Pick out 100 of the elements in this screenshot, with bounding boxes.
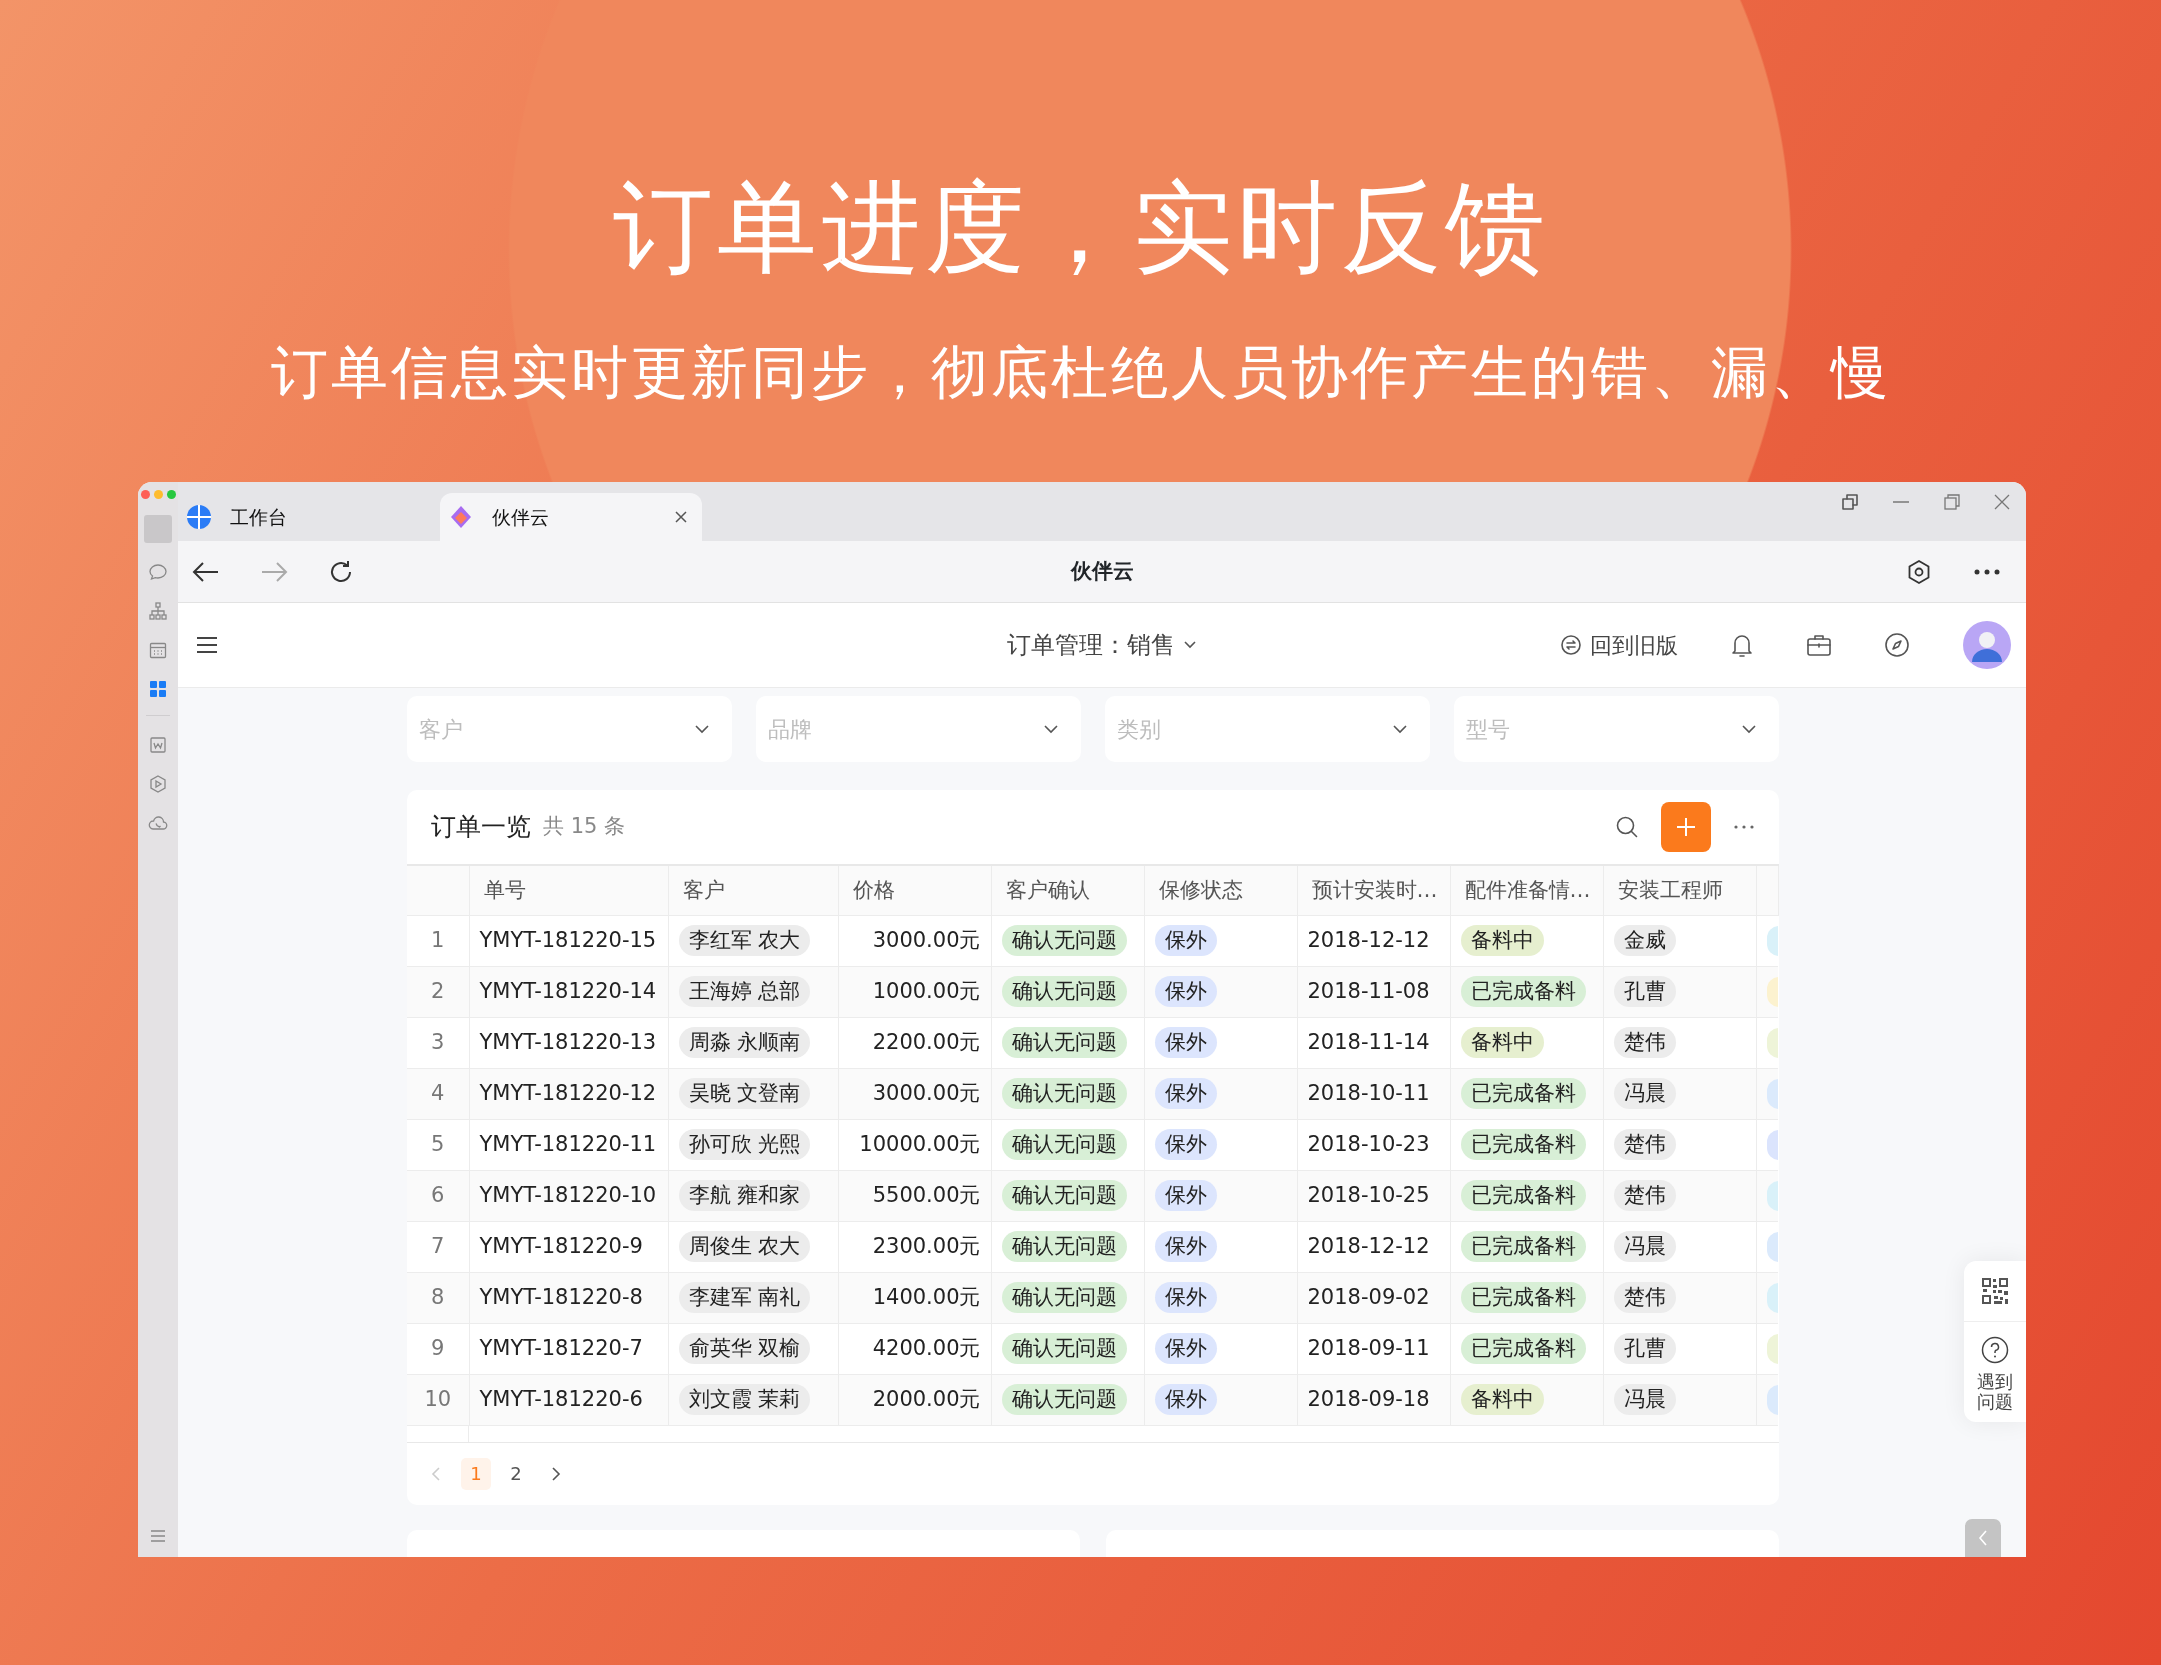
legacy-version-link[interactable]: 回到旧版 bbox=[1560, 628, 1678, 662]
maximize-icon[interactable] bbox=[1944, 493, 1960, 510]
install-date: 2018-11-14 bbox=[1307, 1029, 1430, 1054]
restore-icon[interactable] bbox=[1842, 493, 1858, 510]
plus-icon bbox=[1676, 817, 1696, 837]
customer-tag: 李航 雍和家 bbox=[678, 1179, 811, 1212]
calendar-icon[interactable] bbox=[148, 640, 168, 660]
row-number: 1 bbox=[431, 927, 445, 952]
price: 1400.00元 bbox=[872, 1284, 981, 1309]
customer-tag: 周淼 永顺南 bbox=[678, 1026, 811, 1059]
price: 5500.00元 bbox=[872, 1182, 981, 1207]
browser-tab[interactable]: 工作台 bbox=[178, 493, 440, 541]
app-logo-icon bbox=[448, 504, 474, 530]
table-title: 订单一览 bbox=[431, 811, 531, 844]
chevron-left-icon bbox=[1978, 1529, 1988, 1547]
column-header: 配件准备情… bbox=[1464, 877, 1591, 902]
profile-block bbox=[144, 515, 172, 543]
window-title: 伙伴云 bbox=[1070, 557, 1134, 585]
row-number: 10 bbox=[424, 1386, 452, 1411]
more-icon[interactable] bbox=[1974, 568, 2000, 575]
column-header: 安装工程师 bbox=[1617, 877, 1723, 902]
confirmation-tag: 确认无问题 bbox=[1001, 1230, 1127, 1263]
column-header: 预计安装时… bbox=[1311, 877, 1438, 902]
customer-tag: 李红军 农大 bbox=[678, 924, 811, 957]
engineer-tag: 楚伟 bbox=[1613, 1128, 1676, 1161]
column-header: 客户确认 bbox=[1005, 877, 1090, 902]
org-chart-icon[interactable] bbox=[148, 601, 168, 621]
engineer-tag: 楚伟 bbox=[1613, 1179, 1676, 1212]
back-arrow-icon[interactable] bbox=[192, 559, 220, 584]
price: 2000.00元 bbox=[872, 1386, 981, 1411]
parts-status-tag: 已完成备料 bbox=[1460, 1332, 1586, 1365]
document-icon[interactable] bbox=[148, 735, 168, 755]
chevron-left-icon bbox=[431, 1465, 441, 1482]
customer-tag: 刘文霞 茉莉 bbox=[678, 1383, 811, 1416]
window-dot[interactable] bbox=[140, 490, 150, 499]
bell-icon[interactable] bbox=[1730, 632, 1754, 658]
price: 3000.00元 bbox=[872, 927, 981, 952]
order-number: YMYT-181220-8 bbox=[479, 1284, 643, 1309]
confirmation-tag: 确认无问题 bbox=[1001, 1281, 1127, 1314]
help-button[interactable]: 遇到问题 bbox=[1977, 1322, 2013, 1422]
add-button[interactable] bbox=[1661, 802, 1711, 852]
chevron-icon bbox=[1043, 724, 1059, 734]
more-icon[interactable] bbox=[1733, 824, 1755, 830]
install-date: 2018-10-11 bbox=[1307, 1080, 1430, 1105]
close-icon[interactable] bbox=[674, 510, 688, 524]
parts-status-tag: 备料中 bbox=[1460, 1383, 1544, 1416]
install-date: 2018-09-11 bbox=[1307, 1335, 1430, 1360]
page-title-dropdown[interactable]: 订单管理：销售 bbox=[1001, 626, 1203, 664]
settings-icon[interactable] bbox=[1906, 558, 1932, 585]
subheadline: 订单信息实时更新同步，彻底杜绝人员协作产生的错、漏、慢 bbox=[269, 338, 1892, 407]
install-date: 2018-10-23 bbox=[1307, 1131, 1430, 1156]
confirmation-tag: 确认无问题 bbox=[1001, 1179, 1127, 1212]
price: 1000.00元 bbox=[872, 978, 981, 1003]
parts-status-tag: 已完成备料 bbox=[1460, 1281, 1586, 1314]
cloud-icon[interactable] bbox=[148, 813, 168, 833]
search-icon[interactable] bbox=[1615, 815, 1639, 839]
parts-status-tag: 备料中 bbox=[1460, 924, 1544, 957]
browser-tab[interactable]: 伙伴云 bbox=[440, 493, 702, 541]
briefcase-icon[interactable] bbox=[1806, 633, 1832, 657]
compass-icon[interactable] bbox=[1884, 632, 1910, 658]
chat-icon[interactable] bbox=[148, 562, 168, 582]
collapse-button[interactable] bbox=[1965, 1519, 2001, 1557]
customer-tag: 王海婷 总部 bbox=[678, 975, 811, 1008]
engineer-tag: 孔曹 bbox=[1613, 975, 1676, 1008]
order-number: YMYT-181220-14 bbox=[479, 978, 657, 1003]
confirmation-tag: 确认无问题 bbox=[1001, 1383, 1127, 1416]
column-header: 单号 bbox=[483, 877, 526, 902]
apps-grid-icon[interactable] bbox=[148, 679, 168, 699]
engineer-tag: 楚伟 bbox=[1613, 1281, 1676, 1314]
qr-code-icon[interactable] bbox=[1981, 1277, 2009, 1305]
install-date: 2018-09-18 bbox=[1307, 1386, 1430, 1411]
engineer-tag: 楚伟 bbox=[1613, 1026, 1676, 1059]
confirmation-tag: 确认无问题 bbox=[1001, 1026, 1127, 1059]
hexagon-icon[interactable] bbox=[148, 774, 168, 794]
window-dot[interactable] bbox=[166, 490, 176, 499]
price: 10000.00元 bbox=[859, 1131, 981, 1156]
avatar-icon[interactable] bbox=[1962, 620, 2012, 670]
order-number: YMYT-181220-9 bbox=[479, 1233, 643, 1258]
warranty-tag: 保外 bbox=[1154, 1128, 1217, 1161]
confirmation-tag: 确认无问题 bbox=[1001, 1077, 1127, 1110]
customer-tag: 俞英华 双榆 bbox=[678, 1332, 811, 1365]
page-button[interactable]: 2 bbox=[501, 1457, 531, 1490]
parts-status-tag: 备料中 bbox=[1460, 1026, 1544, 1059]
column-header: 保修状态 bbox=[1158, 877, 1243, 902]
menu-icon[interactable] bbox=[196, 636, 218, 654]
row-number: 2 bbox=[431, 978, 445, 1003]
window-dot[interactable] bbox=[153, 490, 163, 499]
order-number: YMYT-181220-15 bbox=[479, 927, 657, 952]
close-icon[interactable] bbox=[1994, 493, 2010, 510]
row-number: 8 bbox=[431, 1284, 445, 1309]
row-number: 4 bbox=[431, 1080, 445, 1105]
reload-icon[interactable] bbox=[328, 558, 354, 585]
globe-icon bbox=[186, 504, 212, 530]
parts-status-tag: 已完成备料 bbox=[1460, 1230, 1586, 1263]
confirmation-tag: 确认无问题 bbox=[1001, 1128, 1127, 1161]
column-header: 客户 bbox=[682, 877, 725, 902]
forward-arrow-icon[interactable] bbox=[260, 559, 288, 584]
confirmation-tag: 确认无问题 bbox=[1001, 1332, 1127, 1365]
engineer-tag: 冯晨 bbox=[1613, 1077, 1676, 1110]
record-count: 共 15 条 bbox=[543, 813, 626, 841]
